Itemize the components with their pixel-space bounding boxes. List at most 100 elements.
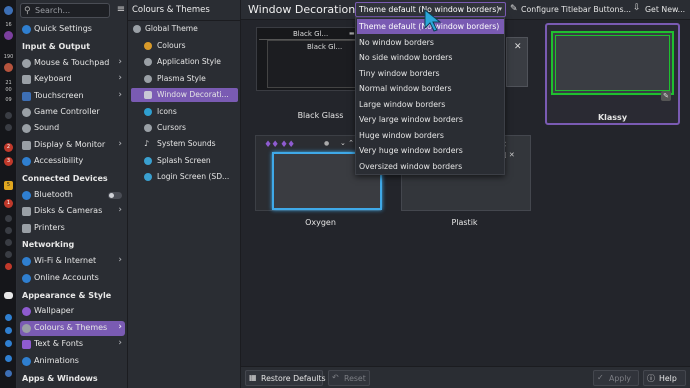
nav-item-icons[interactable]: Icons [131,105,238,119]
strip-icon [5,340,12,347]
get-new-button[interactable]: ⇩ Get New... [631,2,689,17]
search-box[interactable]: ⚲ [20,3,110,18]
dropdown-option[interactable]: Very large window borders [357,112,504,127]
palette-icon [22,324,31,333]
titlebar-icons: ♦♦ ♦♦ [264,140,295,150]
wifi-icon [22,257,31,266]
sidebar-item-quick-settings[interactable]: Quick Settings [20,22,125,37]
app-icon[interactable] [4,6,13,15]
dropdown-option[interactable]: Very huge window borders [357,143,504,158]
search-input[interactable] [35,5,107,16]
sidebar-item-accessibility[interactable]: Accessibility [20,154,125,169]
configure-titlebar-buttons-button[interactable]: ✎ Configure Titlebar Buttons... [508,2,631,17]
nav-item-window-decorations[interactable]: Window Decorati... [131,88,238,102]
dropdown-option[interactable]: Tiny window borders [357,66,504,81]
accounts-icon [22,274,31,283]
strip-label: 21 [5,80,12,86]
page-title: Window Decorations [248,3,361,16]
plasma-style-icon [144,75,152,83]
icons-icon [144,108,152,116]
theme-preview-partial[interactable]: ✕ [506,37,528,87]
bluetooth-toggle[interactable] [108,192,122,199]
theme-preview [551,31,674,95]
mouse-icon [22,59,31,68]
apply-button[interactable]: ✓ Apply [593,370,639,386]
help-button[interactable]: ⓘ Help [643,370,686,386]
chevron-right-icon: › [118,57,122,67]
sidebar-item-printers[interactable]: Printers [20,221,125,236]
dropdown-option[interactable]: Normal window borders [357,81,504,96]
nav-item-plasma-style[interactable]: Plasma Style [131,72,238,86]
undo-icon: ↶ [332,373,339,382]
strip-icon [5,327,12,334]
cursor-icon [144,124,152,132]
nav-item-login-screen[interactable]: Login Screen (SD... [131,170,238,184]
left-panel-strip: 16 190 21 00 09 2 3 5 1 [0,0,17,388]
restore-defaults-button[interactable]: ▦ Restore Defaults [245,370,326,386]
theme-card-klassy[interactable]: ✎ Klassy [545,23,680,125]
notification-badge[interactable]: 5 [4,181,13,190]
sidebar-item-wifi-internet[interactable]: Wi-Fi & Internet › [20,254,125,269]
dropdown-option[interactable]: Huge window borders [357,128,504,143]
sidebar-item-wallpaper[interactable]: Wallpaper [20,304,125,319]
touchscreen-icon [22,92,31,101]
sidebar-item-sound[interactable]: Sound [20,121,125,136]
theme-name: Oxygen [305,218,336,227]
strip-label: 00 [5,87,12,93]
nav-item-global-theme[interactable]: Global Theme [131,22,238,36]
nav-item-application-style[interactable]: Application Style [131,55,238,69]
strip-label: 09 [5,97,12,103]
notification-badge[interactable]: 3 [4,157,13,166]
sidebar-item-disks-cameras[interactable]: Disks & Cameras › [20,204,125,219]
monitor-icon [22,141,31,150]
sidebar-item-online-accounts[interactable]: Online Accounts [20,271,125,286]
chevron-right-icon: › [118,139,122,149]
sidebar-item-animations[interactable]: Animations [20,354,125,369]
sidebar-item-keyboard[interactable]: Keyboard › [20,72,125,87]
sidebar-item-display-monitor[interactable]: Display & Monitor › [20,138,125,153]
app-icon[interactable] [4,31,13,40]
bluetooth-icon [22,191,31,200]
dropdown-option[interactable]: No side window borders [357,50,504,65]
strip-icon [5,112,12,119]
cloud-icon[interactable] [4,292,13,299]
sidebar-item-bluetooth[interactable]: Bluetooth [20,188,125,203]
quick-settings-icon [22,25,31,34]
nav-item-colours[interactable]: Colours [131,39,238,53]
disk-icon [22,207,31,216]
nav-item-splash-screen[interactable]: Splash Screen [131,154,238,168]
border-size-dropdown: Theme default (No window borders) No win… [355,17,505,175]
theme-name: Klassy [597,113,628,122]
sidebar-item-colours-themes[interactable]: Colours & Themes › [20,321,125,336]
strip-label: 190 [3,54,14,60]
app-icon[interactable] [4,63,13,72]
notification-badge[interactable]: 2 [4,143,13,152]
chevron-right-icon: › [118,90,122,100]
nav-item-system-sounds[interactable]: ♪ System Sounds [131,137,238,151]
sidebar-item-touchscreen[interactable]: Touchscreen › [20,89,125,104]
window-decorations-icon [144,91,152,99]
reset-button[interactable]: ↶ Reset [328,370,370,386]
sidebar-item-text-fonts[interactable]: Text & Fonts › [20,337,125,352]
sidebar-item-game-controller[interactable]: Game Controller [20,105,125,120]
sidebar-item-mouse-touchpad[interactable]: Mouse & Touchpad › [20,56,125,71]
configure-icon: ✎ [510,4,518,14]
strip-label: 16 [5,22,12,28]
dropdown-option[interactable]: Oversized window borders [357,159,504,174]
edit-icon[interactable]: ✎ [661,91,671,101]
chevron-right-icon: › [118,205,122,215]
panel-title: Colours & Themes [132,5,210,15]
bottom-bar: ▦ Restore Defaults ↶ Reset ✓ Apply ⓘ Hel… [241,366,690,388]
preview-title: Black Gl... [293,30,329,38]
gamepad-icon [22,108,31,117]
sidebar: ⚲ ≡ Quick Settings Input & Output Mouse … [17,0,128,388]
dropdown-option[interactable]: Large window borders [357,97,504,112]
strip-icon [5,355,12,362]
dropdown-option[interactable]: No window borders [357,35,504,50]
hamburger-menu-icon[interactable]: ≡ [116,4,126,16]
strip-icon [5,215,12,222]
nav-item-cursors[interactable]: Cursors [131,121,238,135]
close-icon: ✕ [514,42,522,52]
strip-icon [5,251,12,258]
notification-badge[interactable]: 1 [4,199,13,208]
